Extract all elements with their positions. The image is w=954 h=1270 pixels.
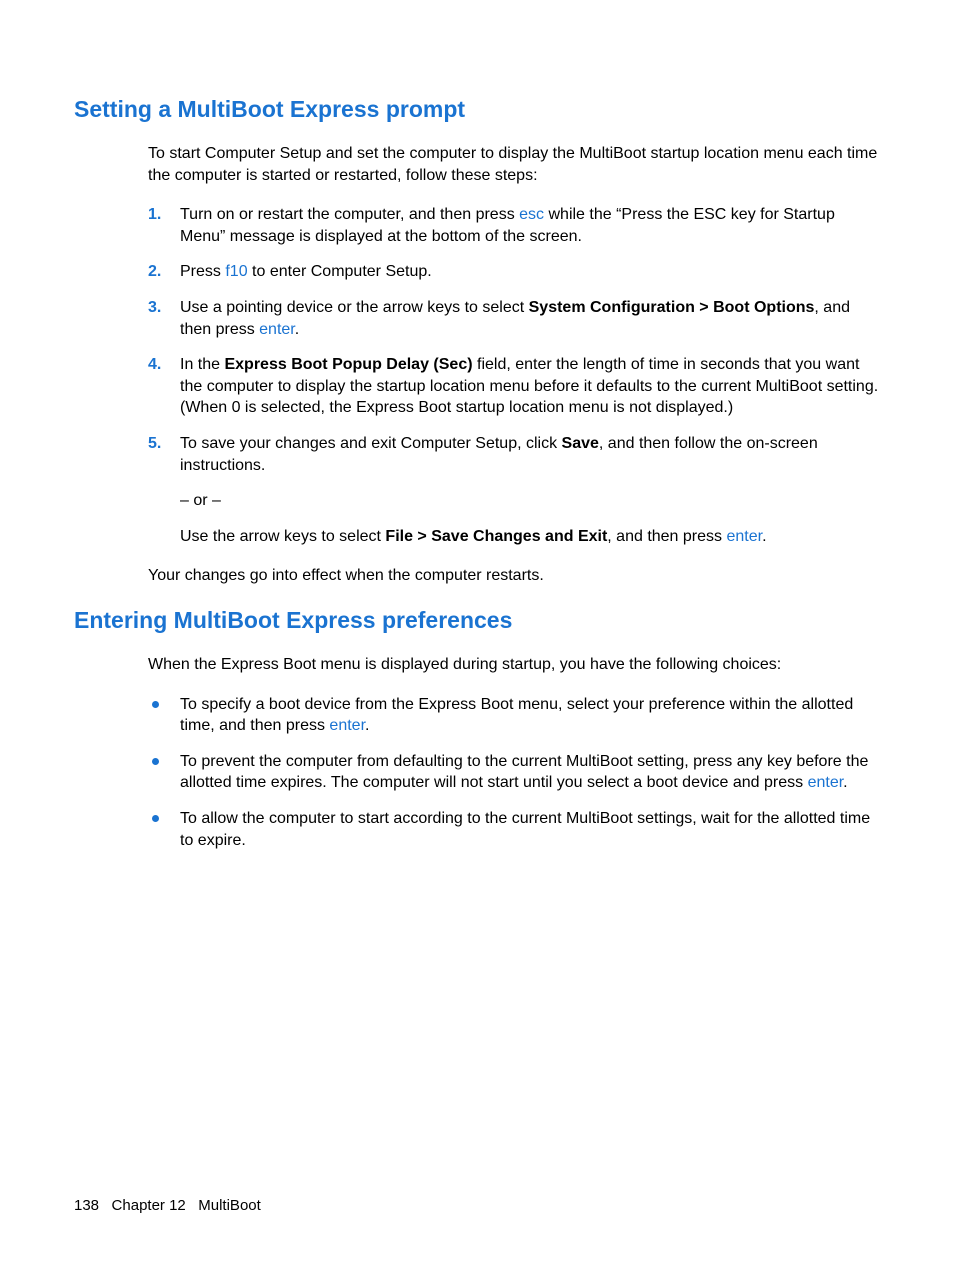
- section-heading: Setting a MultiBoot Express prompt: [74, 94, 880, 125]
- keyboard-key: esc: [519, 206, 544, 223]
- step-text: Use the arrow keys to select: [180, 528, 385, 545]
- step-alternative: Use the arrow keys to select File > Save…: [180, 526, 880, 548]
- item-text: To prevent the computer from defaulting …: [180, 753, 868, 792]
- keyboard-key: enter: [259, 321, 295, 338]
- bold-text: Express Boot Popup Delay (Sec): [224, 356, 472, 373]
- step-text: , and then press: [607, 528, 726, 545]
- step-number: 4.: [148, 354, 161, 376]
- keyboard-key: enter: [329, 717, 365, 734]
- step-number: 3.: [148, 297, 161, 319]
- ordered-steps: 1. Turn on or restart the computer, and …: [148, 204, 880, 547]
- page-number: 138: [74, 1197, 99, 1214]
- step-text: .: [295, 321, 299, 338]
- step-number: 2.: [148, 261, 161, 283]
- step-text: Turn on or restart the computer, and the…: [180, 206, 519, 223]
- keyboard-key: f10: [225, 263, 247, 280]
- step-number: 1.: [148, 204, 161, 226]
- step-text: Use a pointing device or the arrow keys …: [180, 299, 529, 316]
- bold-text: System Configuration > Boot Options: [529, 299, 815, 316]
- keyboard-key: enter: [726, 528, 762, 545]
- bullet-list: To specify a boot device from the Expres…: [148, 694, 880, 852]
- item-text: To allow the computer to start according…: [180, 810, 870, 849]
- list-item: To prevent the computer from defaulting …: [148, 751, 880, 794]
- list-item: To allow the computer to start according…: [148, 808, 880, 851]
- item-text: .: [843, 774, 847, 791]
- step-text: Press: [180, 263, 225, 280]
- outro-paragraph: Your changes go into effect when the com…: [148, 565, 880, 587]
- item-text: To specify a boot device from the Expres…: [180, 696, 853, 735]
- step-item: 3. Use a pointing device or the arrow ke…: [148, 297, 880, 340]
- bold-text: Save: [562, 435, 599, 452]
- step-text: .: [762, 528, 766, 545]
- chapter-label: Chapter 12 MultiBoot: [112, 1197, 261, 1214]
- keyboard-key: enter: [808, 774, 844, 791]
- step-number: 5.: [148, 433, 161, 455]
- section-heading: Entering MultiBoot Express preferences: [74, 605, 880, 636]
- step-item: 4. In the Express Boot Popup Delay (Sec)…: [148, 354, 880, 419]
- step-alternative: – or –: [180, 490, 880, 512]
- item-text: .: [365, 717, 369, 734]
- step-text: In the: [180, 356, 224, 373]
- step-item: 1. Turn on or restart the computer, and …: [148, 204, 880, 247]
- step-item: 2. Press f10 to enter Computer Setup.: [148, 261, 880, 283]
- intro-paragraph: When the Express Boot menu is displayed …: [148, 654, 880, 676]
- bold-text: File > Save Changes and Exit: [385, 528, 607, 545]
- intro-paragraph: To start Computer Setup and set the comp…: [148, 143, 880, 186]
- document-page: Setting a MultiBoot Express prompt To st…: [0, 0, 954, 1270]
- step-text: To save your changes and exit Computer S…: [180, 435, 562, 452]
- page-footer: 138 Chapter 12 MultiBoot: [74, 1196, 261, 1216]
- list-item: To specify a boot device from the Expres…: [148, 694, 880, 737]
- step-item: 5. To save your changes and exit Compute…: [148, 433, 880, 547]
- step-text: to enter Computer Setup.: [248, 263, 432, 280]
